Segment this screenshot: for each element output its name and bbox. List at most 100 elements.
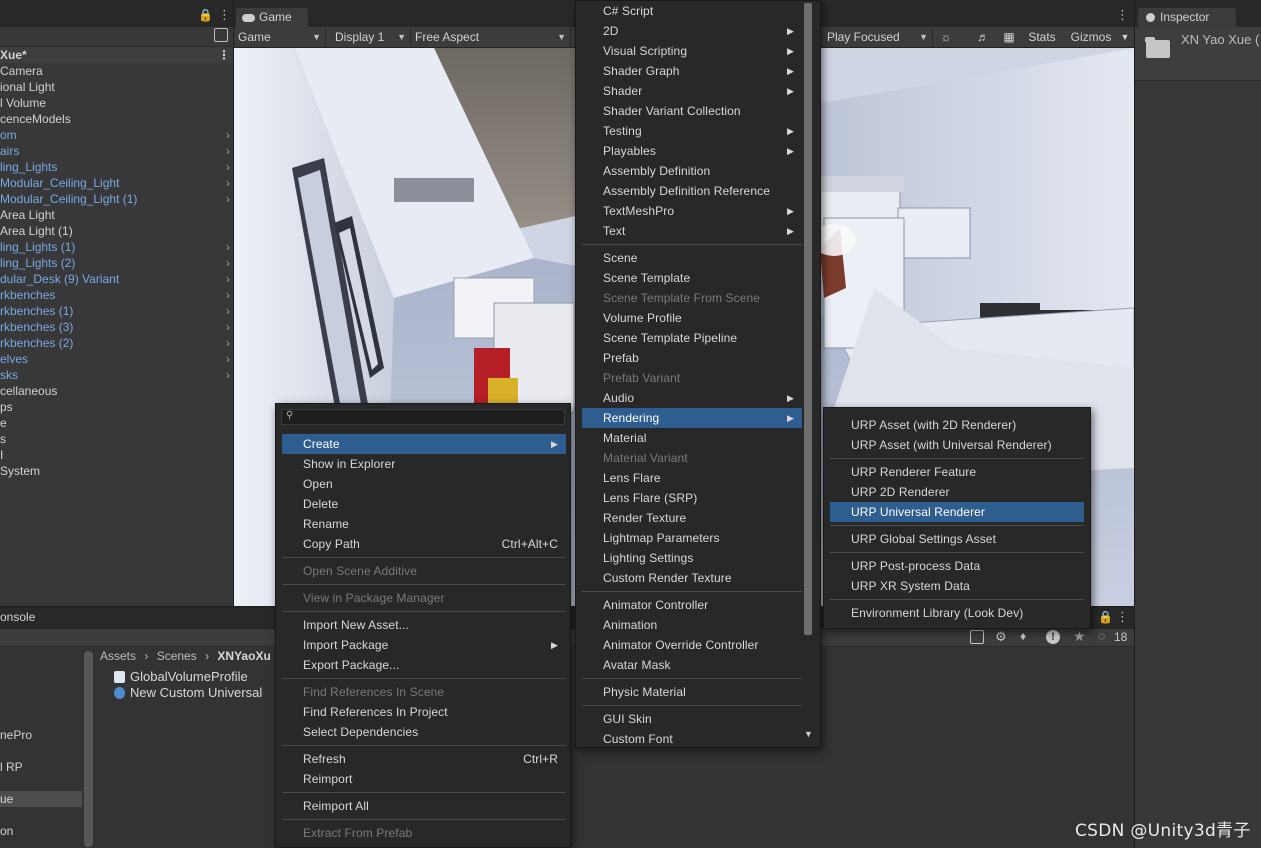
hierarchy-item[interactable]: sks › <box>0 367 233 383</box>
menu-item-export-package[interactable]: Export Package... <box>282 655 566 675</box>
menu-item-urp-post-process-data[interactable]: URP Post-process Data <box>830 556 1084 576</box>
menu-item-material[interactable]: Material <box>582 428 802 448</box>
menu-item-environment-library-look-dev[interactable]: Environment Library (Look Dev) <box>830 603 1084 623</box>
hierarchy-item[interactable]: l Volume <box>0 95 233 111</box>
hierarchy-item[interactable]: I <box>0 447 233 463</box>
hierarchy-item[interactable]: System <box>0 463 233 479</box>
kebab-menu-icon[interactable]: ⋮ <box>1116 609 1129 625</box>
hierarchy-item[interactable]: elves › <box>0 351 233 367</box>
hierarchy-item[interactable]: cenceModels <box>0 111 233 127</box>
hierarchy-item[interactable]: Area Light (1) <box>0 223 233 239</box>
menu-item-scene[interactable]: Scene <box>582 248 802 268</box>
breadcrumb-assets[interactable]: Assets <box>100 649 136 663</box>
menu-item-animator-override-controller[interactable]: Animator Override Controller <box>582 635 802 655</box>
keyboard-icon[interactable]: ▦ <box>997 28 1021 47</box>
menu-item-visual-scripting[interactable]: Visual Scripting ▶ <box>582 41 802 61</box>
menu-item-shader[interactable]: Shader ▶ <box>582 81 802 101</box>
chevron-right-icon[interactable]: › <box>226 271 230 287</box>
hierarchy-item[interactable]: rkbenches › <box>0 287 233 303</box>
menu-item-audio[interactable]: Audio ▶ <box>582 388 802 408</box>
menu-item-testing[interactable]: Testing ▶ <box>582 121 802 141</box>
chevron-right-icon[interactable]: › <box>226 127 230 143</box>
menu-item-rendering[interactable]: Rendering ▶ <box>582 408 802 428</box>
chevron-right-icon[interactable]: › <box>226 255 230 271</box>
project-folder-item[interactable]: on <box>0 823 82 839</box>
menu-item-textmeshpro[interactable]: TextMeshPro ▶ <box>582 201 802 221</box>
kebab-menu-icon[interactable]: ⋮ <box>1116 7 1129 23</box>
chevron-right-icon[interactable]: › <box>226 191 230 207</box>
hierarchy-item[interactable]: ling_Lights (1) › <box>0 239 233 255</box>
hierarchy-item[interactable]: ling_Lights (2) › <box>0 255 233 271</box>
menu-item-select-dependencies[interactable]: Select Dependencies <box>282 722 566 742</box>
menu-item-animation[interactable]: Animation <box>582 615 802 635</box>
breadcrumb-scenes[interactable]: Scenes <box>157 649 197 663</box>
project-folder-item[interactable]: ue <box>0 791 82 807</box>
hierarchy-item[interactable]: e <box>0 415 233 431</box>
gizmos-dropdown-icon[interactable]: ▼ <box>1118 28 1132 47</box>
menu-search-field[interactable]: ⚲ <box>281 409 565 425</box>
chevron-right-icon[interactable]: › <box>226 351 230 367</box>
hierarchy-item[interactable]: airs › <box>0 143 233 159</box>
menu-item-scene-template-pipeline[interactable]: Scene Template Pipeline <box>582 328 802 348</box>
menu-item-playables[interactable]: Playables ▶ <box>582 141 802 161</box>
chevron-right-icon[interactable]: › <box>226 367 230 383</box>
chevron-right-icon[interactable]: › <box>226 287 230 303</box>
menu-item-volume-profile[interactable]: Volume Profile <box>582 308 802 328</box>
menu-item-custom-render-texture[interactable]: Custom Render Texture <box>582 568 802 588</box>
tab-inspector[interactable]: Inspector <box>1138 8 1236 27</box>
menu-item-lighting-settings[interactable]: Lighting Settings <box>582 548 802 568</box>
chevron-right-icon[interactable]: › <box>226 303 230 319</box>
menu-item-reimport-all[interactable]: Reimport All <box>282 796 566 816</box>
aspect-dropdown[interactable]: Free Aspect ▼ <box>411 28 571 47</box>
warning-icon[interactable]: ! <box>1046 630 1060 644</box>
hierarchy-item[interactable]: Camera <box>0 63 233 79</box>
menu-item-avatar-mask[interactable]: Avatar Mask <box>582 655 802 675</box>
hierarchy-item[interactable]: om › <box>0 127 233 143</box>
hierarchy-item[interactable]: Modular_Ceiling_Light › <box>0 175 233 191</box>
lock-icon[interactable]: 🔒 <box>198 8 213 22</box>
menu-item-create[interactable]: Create ▶ <box>282 434 566 454</box>
menu-item-open[interactable]: Open <box>282 474 566 494</box>
kebab-menu-icon[interactable]: ⋮ <box>218 7 231 23</box>
menu-item-2d[interactable]: 2D ▶ <box>582 21 802 41</box>
hierarchy-item[interactable]: Area Light <box>0 207 233 223</box>
menu-item-delete[interactable]: Delete <box>282 494 566 514</box>
menu-item-urp-asset-with-2d-renderer[interactable]: URP Asset (with 2D Renderer) <box>830 415 1084 435</box>
chevron-right-icon[interactable]: › <box>226 159 230 175</box>
menu-item-gui-skin[interactable]: GUI Skin <box>582 709 802 729</box>
project-folder-item[interactable]: nePro <box>0 727 82 743</box>
audio-mute-icon[interactable]: ♬ <box>972 28 994 47</box>
menu-item-import-package[interactable]: Import Package ▶ <box>282 635 566 655</box>
chevron-right-icon[interactable]: › <box>226 143 230 159</box>
hierarchy-item[interactable]: rkbenches (2) › <box>0 335 233 351</box>
menu-item-scene-template[interactable]: Scene Template <box>582 268 802 288</box>
menu-item-rename[interactable]: Rename <box>282 514 566 534</box>
menu-item-text[interactable]: Text ▶ <box>582 221 802 241</box>
kebab-menu-icon[interactable]: ⋮ <box>218 47 230 63</box>
menu-item-urp-2d-renderer[interactable]: URP 2D Renderer <box>830 482 1084 502</box>
play-focused-dropdown[interactable]: Play Focused ▼ <box>823 28 933 47</box>
menu-item-show-in-explorer[interactable]: Show in Explorer <box>282 454 566 474</box>
chevron-right-icon[interactable]: › <box>226 335 230 351</box>
hierarchy-item[interactable]: ling_Lights › <box>0 159 233 175</box>
hierarchy-item[interactable]: s <box>0 431 233 447</box>
menu-item-lightmap-parameters[interactable]: Lightmap Parameters <box>582 528 802 548</box>
menu-item-urp-global-settings-asset[interactable]: URP Global Settings Asset <box>830 529 1084 549</box>
chevron-right-icon[interactable]: › <box>226 175 230 191</box>
gizmos-button[interactable]: Gizmos <box>1063 28 1119 47</box>
menu-item-urp-asset-with-universal-renderer[interactable]: URP Asset (with Universal Renderer) <box>830 435 1084 455</box>
hidden-eye-icon[interactable]: ◌ <box>1098 629 1105 643</box>
breadcrumb-current[interactable]: XNYaoXu <box>217 649 270 663</box>
hierarchy-item[interactable]: rkbenches (3) › <box>0 319 233 335</box>
display-dropdown[interactable]: Display 1 ▼ <box>331 28 411 47</box>
menu-item-prefab[interactable]: Prefab <box>582 348 802 368</box>
menu-item-urp-xr-system-data[interactable]: URP XR System Data <box>830 576 1084 596</box>
scene-root-row[interactable]: Xue* ⋮ <box>0 47 233 63</box>
game-mode-dropdown[interactable]: Game ▼ <box>234 28 326 47</box>
menu-item-copy-path[interactable]: Copy Path Ctrl+Alt+C <box>282 534 566 554</box>
menu-item-lens-flare[interactable]: Lens Flare <box>582 468 802 488</box>
menu-item-shader-variant-collection[interactable]: Shader Variant Collection <box>582 101 802 121</box>
chevron-right-icon[interactable]: › <box>226 319 230 335</box>
scroll-down-icon[interactable]: ▼ <box>804 729 813 739</box>
hierarchy-item[interactable]: dular_Desk (9) Variant › <box>0 271 233 287</box>
